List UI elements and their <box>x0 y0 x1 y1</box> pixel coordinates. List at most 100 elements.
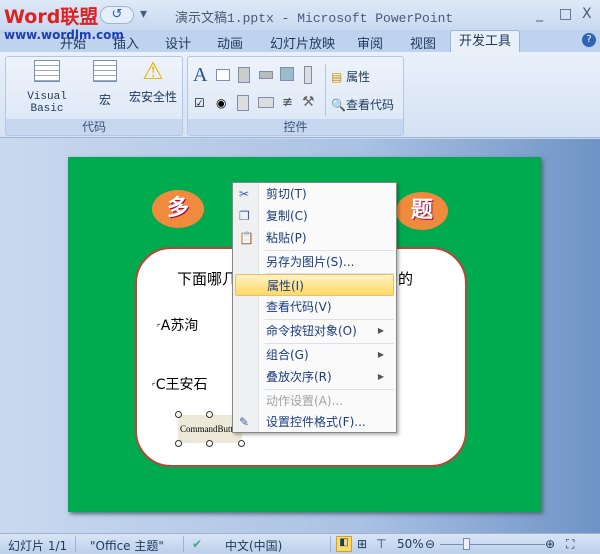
tab-animation[interactable]: 动画 <box>217 33 243 52</box>
badge-left: 多 <box>152 190 204 228</box>
properties-icon: ▤ <box>331 70 343 84</box>
context-menu: ✂ 剪切(T) ❐ 复制(C) 📋 粘贴(P) 另存为图片(S)... 属性(I) 查… <box>232 182 397 433</box>
question-text-end: 的 <box>398 270 414 288</box>
submenu-arrow-icon: ▶ <box>377 372 384 381</box>
menu-item-properties[interactable]: 属性(I) <box>235 274 394 296</box>
normal-view-button[interactable]: ◧ <box>336 536 352 552</box>
format-control-icon: ✎ <box>239 415 250 429</box>
zoom-slider[interactable] <box>440 544 545 545</box>
divider <box>325 64 326 116</box>
menu-item-label: 组合(G) <box>266 348 309 362</box>
menu-item-save-as-picture[interactable]: 另存为图片(S)... <box>235 251 394 273</box>
textbox-control-icon[interactable] <box>216 69 230 81</box>
cut-icon: ✂ <box>239 187 250 201</box>
warning-icon: ⚠ <box>142 57 164 85</box>
resize-handle[interactable] <box>206 440 213 447</box>
tab-developer[interactable]: 开发工具 <box>450 30 520 53</box>
copy-icon: ❐ <box>239 209 250 223</box>
menu-item-label: 设置控件格式(F)... <box>266 415 366 429</box>
paste-icon: 📋 <box>239 231 254 245</box>
option-a[interactable]: ⌜A苏洵 <box>157 315 198 335</box>
help-icon[interactable]: ? <box>582 33 596 47</box>
watermark-logo: Word联盟 <box>4 6 99 28</box>
slideshow-button[interactable]: ⊤ <box>376 537 386 551</box>
menu-item-order[interactable]: 叠放次序(R) ▶ <box>235 366 394 388</box>
checkbox-control-icon[interactable]: ☑ <box>194 96 205 110</box>
menu-item-paste[interactable]: 📋 粘贴(P) <box>235 227 394 249</box>
maximize-button[interactable]: □ <box>559 6 572 22</box>
question-text: 下面哪几 <box>177 270 238 288</box>
submenu-arrow-icon: ▶ <box>377 350 384 359</box>
resize-handle[interactable] <box>238 440 245 447</box>
menu-item-label: 叠放次序(R) <box>266 370 332 384</box>
close-button[interactable]: X <box>582 6 592 22</box>
minimize-button[interactable]: _ <box>536 6 543 22</box>
more-controls-icon[interactable]: ⚒ <box>302 94 315 110</box>
resize-handle[interactable] <box>175 411 182 418</box>
menu-item-cut[interactable]: ✂ 剪切(T) <box>235 183 394 205</box>
tab-view[interactable]: 视图 <box>410 33 436 52</box>
divider <box>183 536 184 552</box>
visual-basic-button[interactable]: Visual Basic <box>8 60 86 115</box>
view-code-icon: 🔍 <box>331 98 346 112</box>
divider <box>330 536 331 552</box>
option-c[interactable]: ⌜C王安石 <box>152 374 208 394</box>
visual-basic-label: Visual Basic <box>27 91 67 115</box>
slide-counter: 幻灯片 1/1 <box>8 539 68 553</box>
status-bar: 幻灯片 1/1 "Office 主题" ✔ 中文(中国) ◧ ⊞ ⊤ 50% ⊖… <box>0 533 600 553</box>
resize-handle[interactable] <box>206 411 213 418</box>
tab-review[interactable]: 审阅 <box>357 33 383 52</box>
controls-group-label: 控件 <box>188 119 403 135</box>
zoom-in-button[interactable]: ⊕ <box>545 537 555 551</box>
customize-qat-button[interactable]: ▾ <box>140 6 147 22</box>
badge-right: 题 <box>396 192 448 230</box>
label-control-icon[interactable]: A <box>193 64 207 87</box>
macro-label: 宏 <box>98 93 111 107</box>
view-code-button[interactable]: 🔍查看代码 <box>331 96 394 113</box>
spellcheck-icon[interactable]: ✔ <box>192 537 202 551</box>
menu-item-label: 剪切(T) <box>266 187 307 201</box>
menu-item-copy[interactable]: ❐ 复制(C) <box>235 205 394 227</box>
option-c-label: C王安石 <box>155 377 208 393</box>
option-button-icon[interactable]: ◉ <box>216 96 226 110</box>
menu-item-label: 复制(C) <box>266 209 308 223</box>
zoom-out-button[interactable]: ⊖ <box>425 537 435 551</box>
resize-handle[interactable] <box>175 440 182 447</box>
option-a-label: A苏洵 <box>160 318 199 334</box>
scrollbar-control-icon[interactable] <box>304 66 312 84</box>
view-code-label: 查看代码 <box>345 98 394 112</box>
zoom-slider-thumb[interactable] <box>463 538 470 550</box>
submenu-arrow-icon: ▶ <box>377 326 384 335</box>
toggle-button-icon[interactable]: ≢ <box>282 95 293 110</box>
macro-security-label: 宏安全性 <box>128 90 177 104</box>
properties-label: 属性 <box>346 70 371 84</box>
undo-button[interactable]: ↺ <box>100 6 134 24</box>
window-title: 演示文稿1.pptx - Microsoft PowerPoint <box>175 11 454 26</box>
listbox-control-icon[interactable] <box>258 97 274 108</box>
tab-design[interactable]: 设计 <box>165 33 191 52</box>
properties-button[interactable]: ▤ 属性 <box>331 68 370 85</box>
macro-security-button[interactable]: ⚠ 宏安全性 <box>126 58 180 105</box>
slide-sorter-button[interactable]: ⊞ <box>357 537 367 551</box>
macro-button[interactable]: 宏 <box>88 60 122 108</box>
theme-name[interactable]: "Office 主题" <box>90 537 164 554</box>
tab-slideshow[interactable]: 幻灯片放映 <box>270 33 335 52</box>
menu-item-action-settings: 动作设置(A)... <box>266 394 344 408</box>
code-group-label: 代码 <box>6 119 182 135</box>
fit-to-window-icon[interactable]: ⛶ <box>566 537 574 552</box>
menu-item-label: 命令按钮对象(O) <box>266 324 357 338</box>
combobox-control-icon[interactable] <box>237 95 249 111</box>
zoom-level[interactable]: 50% <box>397 537 424 551</box>
menu-item-view-code[interactable]: 查看代码(V) <box>235 296 394 318</box>
menu-item-format-control[interactable]: ✎ 设置控件格式(F)... <box>235 411 394 433</box>
menu-item-group[interactable]: 组合(G) ▶ <box>235 344 394 366</box>
command-button-icon[interactable] <box>259 71 273 79</box>
image-control-icon[interactable] <box>280 67 294 81</box>
menu-item-label: 粘贴(P) <box>266 231 307 245</box>
spin-button-icon[interactable] <box>238 67 250 83</box>
language[interactable]: 中文(中国) <box>225 537 282 554</box>
watermark-url: www.wordlm.com <box>4 28 124 42</box>
menu-item-command-button-object[interactable]: 命令按钮对象(O) ▶ <box>235 320 394 342</box>
divider <box>75 536 76 552</box>
visual-basic-icon <box>34 60 60 82</box>
